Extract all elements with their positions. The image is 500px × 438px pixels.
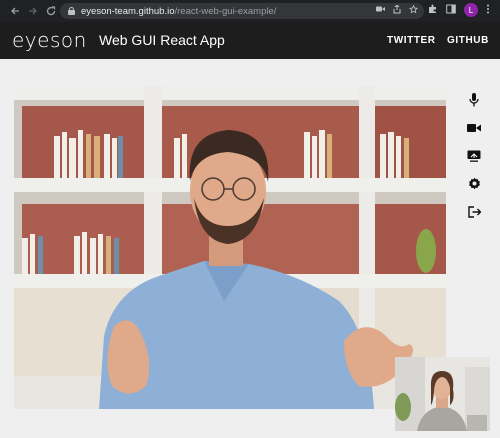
forward-icon[interactable] (24, 0, 42, 22)
logo-text: eyeson (12, 28, 87, 52)
reload-icon[interactable] (42, 0, 60, 22)
url-host: eyeson-team.github.io (81, 5, 175, 17)
main-area (0, 59, 500, 438)
lock-icon (68, 7, 75, 15)
main-video (14, 86, 446, 409)
video-scene (14, 86, 446, 409)
profile-avatar[interactable]: L (464, 3, 478, 17)
call-controls (462, 91, 486, 220)
screen-share-icon[interactable] (464, 147, 484, 164)
microphone-icon[interactable] (464, 91, 484, 108)
back-icon[interactable] (6, 0, 24, 22)
side-panel-icon[interactable] (446, 4, 456, 17)
self-view-scene (395, 357, 490, 431)
camera-icon[interactable] (464, 119, 484, 136)
settings-icon[interactable] (464, 175, 484, 192)
self-view-video (395, 357, 490, 431)
share-icon[interactable] (393, 4, 401, 16)
browser-toolbar: eyeson-team.github.io/react-web-gui-exam… (0, 0, 500, 22)
eyeson-logo[interactable]: eyeson (12, 28, 87, 52)
camera-in-use-icon[interactable] (376, 5, 385, 16)
twitter-link[interactable]: TWITTER (387, 35, 436, 46)
url-path: /react-web-gui-example/ (174, 5, 277, 17)
bookmark-star-icon[interactable] (408, 4, 419, 16)
github-link[interactable]: GITHUB (447, 35, 489, 46)
more-menu-icon[interactable] (486, 4, 490, 17)
app-header: eyeson Web GUI React App TWITTER GITHUB (0, 22, 500, 59)
address-bar[interactable]: eyeson-team.github.io/react-web-gui-exam… (60, 3, 424, 19)
app-title: Web GUI React App (99, 32, 225, 48)
exit-icon[interactable] (464, 203, 484, 220)
extensions-icon[interactable] (428, 4, 438, 17)
